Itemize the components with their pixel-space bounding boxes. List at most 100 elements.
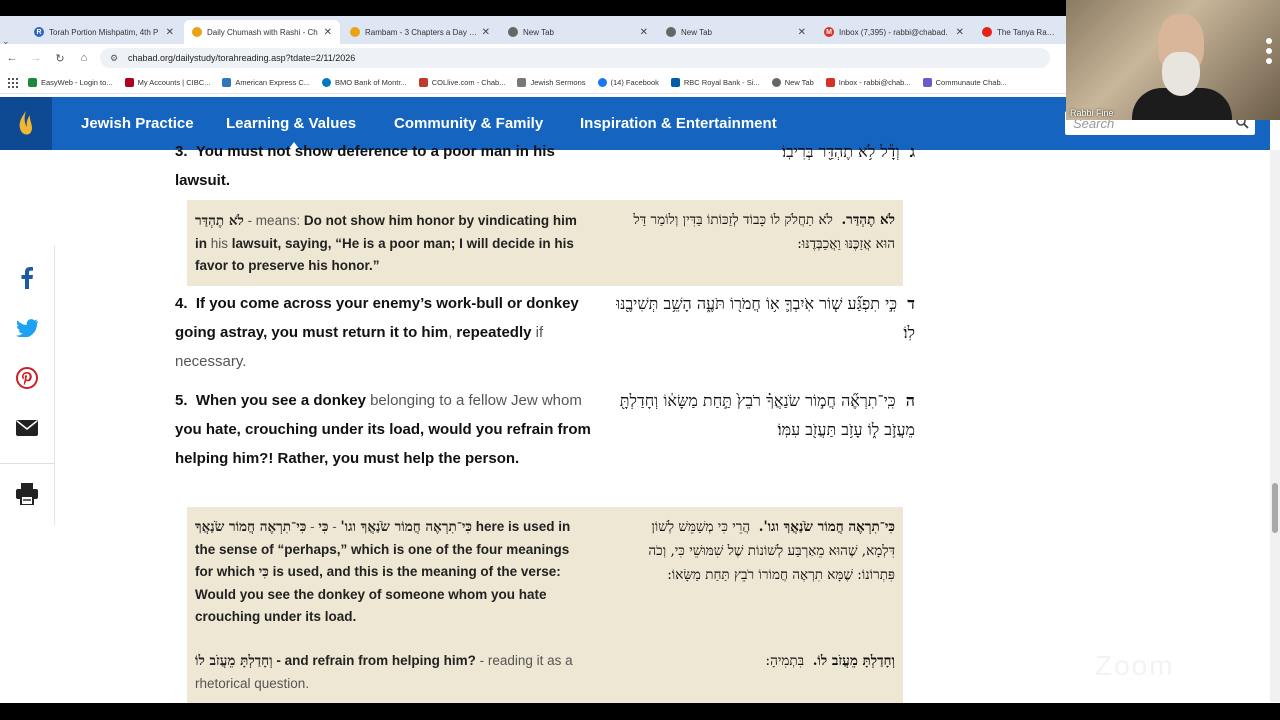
bookmark-cibc[interactable]: My Accounts | CIBC...: [124, 78, 211, 87]
rashi-hebrew-2: וְחָדַלְתָּ מֵעֲזֹב לוֹ. בִּתְמִיהָ:: [633, 649, 895, 673]
close-icon[interactable]: ✕: [324, 27, 332, 38]
webcam-participant-name: Rabbi Fine: [1070, 108, 1114, 118]
webcam-person-beard: [1162, 52, 1200, 96]
close-icon[interactable]: ✕: [166, 27, 174, 38]
tab-1[interactable]: R Torah Portion Mishpatim, 4th P ✕: [26, 20, 182, 44]
close-icon[interactable]: ✕: [482, 27, 490, 38]
bookmark-label: COLlive.com - Chab...: [431, 78, 506, 87]
verse-5-english: 5. When you see a donkey belonging to a …: [175, 386, 595, 473]
rashi-text-plain: his: [210, 235, 229, 251]
bookmark-label: (14) Facebook: [610, 78, 659, 87]
tab-5[interactable]: New Tab ✕: [658, 20, 814, 44]
verse-text-plain: belonging to a fellow Jew whom: [365, 392, 582, 409]
close-icon[interactable]: ✕: [640, 27, 648, 38]
bookmark-label: Communaute Chab...: [935, 78, 1007, 87]
rashi-connector: -: [306, 519, 319, 534]
tab-title: Daily Chumash with Rashi - Ch: [207, 27, 318, 37]
nav-community-family[interactable]: Community & Family: [394, 115, 543, 132]
home-icon[interactable]: ⌂: [72, 52, 96, 64]
share-divider: [0, 463, 55, 464]
hebrew-verse-number: ד: [907, 294, 915, 313]
verse-text: repeatedly: [456, 324, 532, 341]
rashi-commentary-v3: לֹא תֶהְדַּר - means: Do not show him ho…: [187, 200, 903, 286]
close-icon[interactable]: ✕: [956, 27, 964, 38]
bottom-black-strip: [0, 703, 1280, 720]
bookmark-jewish-sermons[interactable]: Jewish Sermons: [517, 78, 586, 87]
url-field[interactable]: ⚙ chabad.org/dailystudy/torahreading.asp…: [100, 48, 1050, 68]
verse-3-english: 3. You must not show deference to a poor…: [175, 137, 595, 195]
print-icon[interactable]: [16, 483, 38, 505]
globe-icon: [666, 27, 676, 37]
tab-title: New Tab: [681, 27, 712, 37]
webcam-video-overlay: Rabbi Fine: [1066, 0, 1280, 120]
pinterest-share-icon[interactable]: [16, 367, 38, 389]
site-info-icon[interactable]: ⚙: [110, 53, 118, 64]
bookmark-easyweb[interactable]: EasyWeb - Login to...: [28, 78, 113, 87]
tab-title: Torah Portion Mishpatim, 4th P: [49, 27, 159, 37]
verse-number: 4.: [175, 295, 188, 312]
tab-4[interactable]: New Tab ✕: [500, 20, 656, 44]
reload-icon[interactable]: ↻: [48, 52, 72, 65]
tab-6[interactable]: M Inbox (7,395) - rabbi@chabad. ✕: [816, 20, 972, 44]
rashi-connector: -: [328, 519, 341, 534]
bookmark-facebook[interactable]: (14) Facebook: [597, 78, 659, 87]
hebrew-verse-text: כִּֽי־תִרְאֶ֞ה חֲמ֣וֹר שֹׂנַאֲךָ֗ רֹבֵץ֙…: [619, 391, 915, 439]
bookmark-label: New Tab: [784, 78, 814, 87]
tab-2-active[interactable]: Daily Chumash with Rashi - Ch ✕: [184, 20, 340, 44]
bookmark-favicon-icon: [517, 78, 527, 87]
forward-icon[interactable]: →: [24, 52, 48, 64]
verse-number: 3.: [175, 143, 188, 160]
verse-4-hebrew: ד כִּ֣י תִפְגַּ֞ע שׁ֧וֹר אֹֽיִבְךָ֛ א֥וֹ…: [605, 289, 915, 347]
bookmark-label: My Accounts | CIBC...: [137, 78, 211, 87]
rashi-hebrew-word: כִּי: [258, 564, 269, 580]
rashi-hebrew-heading: לֹא תֶהְדַּר.: [841, 212, 895, 228]
tab-strip: ⌄ R Torah Portion Mishpatim, 4th P ✕ Dai…: [0, 16, 1066, 46]
nav-learning-values[interactable]: Learning & Values: [226, 115, 356, 132]
bookmark-favicon-icon: [670, 78, 680, 87]
rashi-english-1: כִּי־תִרְאֶה חֲמוֹר שֹׂנַאֲךָ וגו' - כִּ…: [195, 516, 590, 629]
bookmark-rbc[interactable]: RBC Royal Bank - Si...: [670, 78, 760, 87]
zoom-watermark: Zoom: [1095, 650, 1175, 681]
bookmark-favicon-icon: [322, 78, 331, 87]
rashi-hebrew-word: כִּי־תִרְאֶה חֲמוֹר שֹׂנַאֲךָ: [195, 519, 307, 535]
facebook-share-icon[interactable]: [16, 267, 38, 289]
page-scrollbar[interactable]: [1270, 150, 1280, 702]
scrollbar-thumb[interactable]: [1272, 483, 1278, 533]
bookmark-favicon-icon: [124, 78, 134, 87]
bookmarks-bar: EasyWeb - Login to... My Accounts | CIBC…: [0, 72, 1066, 94]
close-icon[interactable]: ✕: [798, 27, 806, 38]
webcam-more-icon[interactable]: [1266, 34, 1274, 94]
hebrew-verse-number: ג: [909, 142, 915, 161]
nav-inspiration-entertainment[interactable]: Inspiration & Entertainment: [580, 115, 777, 132]
facebook-icon: [597, 78, 607, 87]
back-icon[interactable]: ←: [0, 52, 24, 64]
rashi-text: - and refrain from helping him?: [272, 653, 476, 668]
rashi-hebrew-word: כִּי: [318, 519, 329, 535]
bookmark-amex[interactable]: American Express C...: [222, 78, 310, 87]
share-rail: [0, 245, 55, 525]
youtube-icon: [982, 27, 992, 37]
globe-icon: [771, 78, 781, 87]
tab-3[interactable]: Rambam - 3 Chapters a Day - C ✕: [342, 20, 498, 44]
rashi-heading: לֹא תֶהְדַּר: [195, 213, 244, 229]
nav-jewish-practice[interactable]: Jewish Practice: [81, 115, 194, 132]
tab-title: The Tanya Rabbi - Y: [997, 27, 1058, 37]
bookmark-communaute[interactable]: Communaute Chab...: [922, 78, 1007, 87]
bookmark-label: EasyWeb - Login to...: [41, 78, 113, 87]
rashi-hebrew-text: בִּתְמִיהָ:: [765, 653, 805, 669]
email-share-icon[interactable]: [16, 417, 38, 439]
apps-grid-icon[interactable]: [8, 77, 18, 88]
hebrew-verse-text: וְדָ֕ל לֹ֥א תֶהְדַּ֖ר בְּרִיבֽוֹ׃: [781, 142, 900, 161]
bookmark-new-tab[interactable]: New Tab: [771, 78, 814, 87]
hebrew-verse-text: כִּ֣י תִפְגַּ֞ע שׁ֧וֹר אֹֽיִבְךָ֛ א֥וֹ ח…: [616, 294, 915, 342]
bookmark-inbox[interactable]: Inbox - rabbi@chab...: [825, 78, 911, 87]
twitter-share-icon[interactable]: [16, 317, 38, 339]
tab-favicon-icon: R: [34, 27, 44, 37]
bookmark-collive[interactable]: COLlive.com - Chab...: [418, 78, 506, 87]
rashi-hebrew-1: כִּי־תִרְאֶה חֲמוֹר שֹׂנַאֲךָ וגו'. הֲרֵ…: [633, 515, 895, 587]
bookmark-bmo[interactable]: BMO Bank of Montr...: [322, 78, 407, 87]
chabad-logo-icon[interactable]: [0, 97, 52, 150]
tab-7[interactable]: The Tanya Rabbi - Y: [974, 20, 1066, 44]
verse-text: You must not show deference to a poor ma…: [175, 143, 555, 189]
rashi-text: lawsuit, saying, “He is a poor man; I wi…: [195, 235, 574, 274]
